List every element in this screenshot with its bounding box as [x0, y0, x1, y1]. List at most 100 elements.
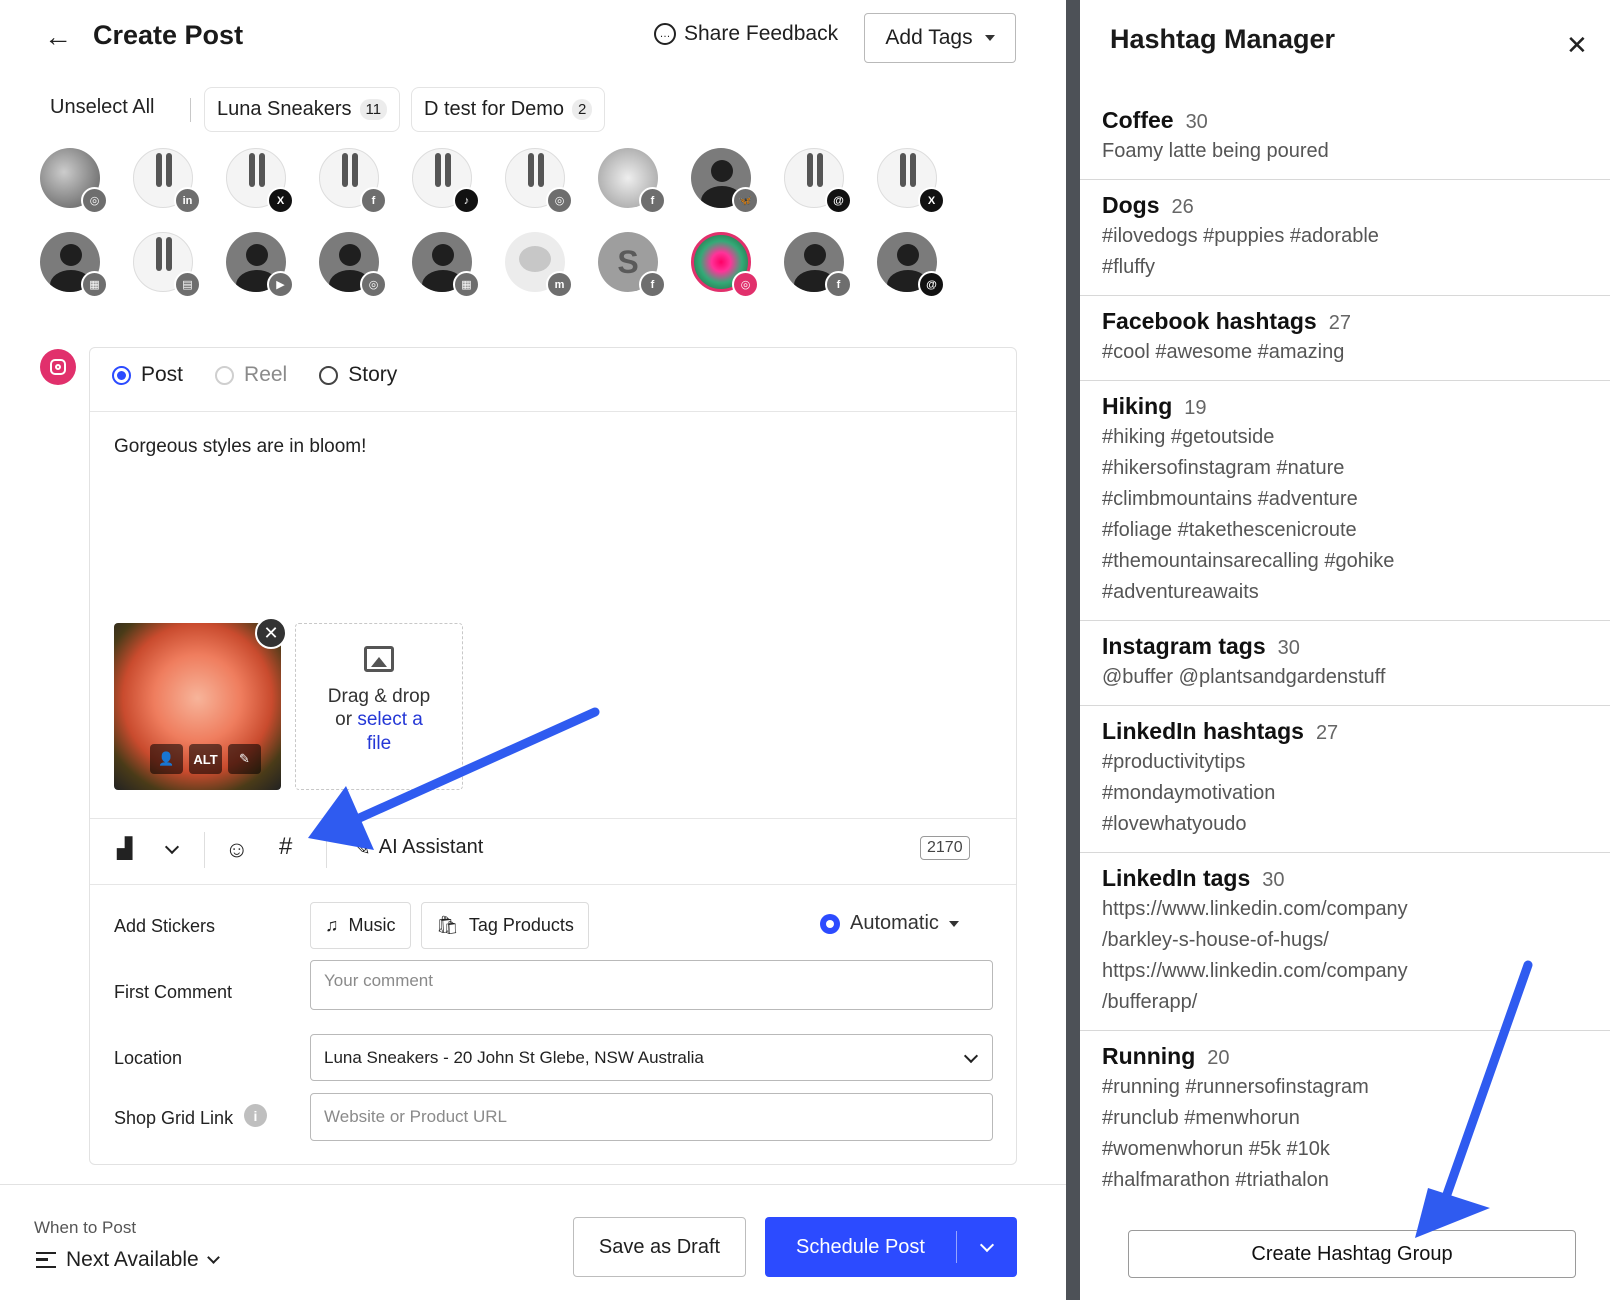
- profile-avatar-youtube[interactable]: ▶: [226, 232, 294, 298]
- divider: [326, 832, 327, 868]
- google-business-icon: ▦: [81, 271, 108, 298]
- share-feedback-button[interactable]: … Share Feedback: [654, 22, 838, 46]
- remove-media-icon[interactable]: ✕: [255, 617, 287, 649]
- profile-group-chip[interactable]: D test for Demo 2: [411, 87, 606, 132]
- hashtag-group-tags: #productivitytips #mondaymotivation #lov…: [1102, 751, 1276, 835]
- first-comment-label: First Comment: [114, 982, 233, 1002]
- divider: [90, 884, 1016, 885]
- post-text-editor[interactable]: Gorgeous styles are in bloom!: [114, 436, 366, 458]
- hashtag-group-name: Facebook hashtags: [1102, 308, 1317, 334]
- caret-down-icon: [984, 35, 995, 41]
- shop-grid-url-field[interactable]: Website or Product URL: [310, 1093, 993, 1141]
- hashtag-group[interactable]: Coffee 30 Foamy latte being poured: [1080, 95, 1610, 180]
- hashtag-group-name: Instagram tags: [1102, 633, 1266, 659]
- post-type-story[interactable]: Story: [319, 363, 397, 387]
- alt-text-button[interactable]: ALT: [189, 744, 222, 774]
- profile-avatar-threads[interactable]: @: [877, 232, 945, 298]
- hashtag-group-count: 27: [1315, 722, 1339, 744]
- profile-avatar-facebook[interactable]: f: [784, 232, 852, 298]
- hashtag-group[interactable]: Facebook hashtags 27 #cool #awesome #amazi…: [1080, 296, 1610, 381]
- schedule-post-button[interactable]: Schedule Post: [765, 1217, 1017, 1277]
- hashtag-group[interactable]: Hiking 19 #hiking #getoutside #hikersofins…: [1080, 381, 1610, 621]
- hashtag-group[interactable]: Running 20 #running #runnersofinstagram #r…: [1080, 1031, 1610, 1208]
- hashtag-group-tags: Foamy latte being poured: [1102, 140, 1329, 162]
- media-library-icon[interactable]: ▟: [117, 836, 132, 861]
- profile-avatar-instagram[interactable]: ◎: [691, 232, 759, 298]
- hashtag-group-name: Hiking: [1102, 393, 1173, 419]
- hashtag-group[interactable]: Dogs 26 #ilovedogs #puppies #adorable #flu…: [1080, 180, 1610, 296]
- profile-avatar-mastodon[interactable]: m: [505, 232, 573, 298]
- hashtag-group-tags: #cool #awesome #amazing: [1102, 341, 1345, 363]
- x-icon: X: [267, 187, 294, 214]
- back-arrow-icon[interactable]: ←: [44, 22, 74, 52]
- emoji-icon[interactable]: ☺: [225, 836, 248, 863]
- profile-avatar-x[interactable]: X: [226, 148, 294, 214]
- music-sticker-button[interactable]: ♫ Music: [310, 902, 411, 949]
- hashtag-group-tags: #running #runnersofinstagram #runclub #m…: [1102, 1076, 1369, 1191]
- profile-avatar-google-business[interactable]: ▦: [412, 232, 480, 298]
- hashtag-group-tags: @buffer @plantsandgardenstuff: [1102, 666, 1386, 688]
- share-feedback-label: Share Feedback: [684, 22, 839, 45]
- threads-icon: @: [918, 271, 945, 298]
- profile-avatar-facebook[interactable]: Sf: [598, 232, 666, 298]
- x-icon: X: [918, 187, 945, 214]
- add-tags-button[interactable]: Add Tags: [864, 13, 1016, 63]
- profile-avatar-x[interactable]: X: [877, 148, 945, 214]
- first-comment-field[interactable]: Your comment: [310, 960, 993, 1010]
- hashtag-group-count: 20: [1207, 1047, 1230, 1069]
- post-type-label: Reel: [244, 363, 288, 386]
- music-note-icon: ♫: [325, 915, 339, 935]
- radio-icon: [319, 365, 339, 385]
- shopping-bag-icon: 🛍: [436, 915, 459, 935]
- post-type-post[interactable]: Post: [112, 363, 183, 387]
- select-file-link[interactable]: file: [296, 732, 462, 756]
- radio-icon: [112, 365, 131, 385]
- save-as-draft-button[interactable]: Save as Draft: [573, 1217, 746, 1277]
- location-select[interactable]: Luna Sneakers - 20 John St Glebe, NSW Au…: [310, 1034, 993, 1081]
- instagram-icon: ◎: [360, 271, 387, 298]
- close-icon[interactable]: ✕: [1566, 32, 1588, 58]
- profile-avatar-instagram[interactable]: ◎: [40, 148, 108, 214]
- post-type-label: Post: [141, 363, 184, 386]
- queue-icon: [36, 1252, 56, 1268]
- profile-avatar-startpage[interactable]: ▤: [133, 232, 201, 298]
- location-label: Location: [114, 1048, 183, 1068]
- when-to-post-value: Next Available: [66, 1248, 199, 1271]
- when-to-post-dropdown[interactable]: Next Available: [36, 1248, 220, 1272]
- profile-avatar-linkedin[interactable]: in: [133, 148, 201, 214]
- profile-avatar-threads[interactable]: @: [784, 148, 852, 214]
- publish-mode-dropdown[interactable]: Automatic: [820, 912, 959, 935]
- profile-avatar-instagram[interactable]: ◎: [319, 232, 387, 298]
- profile-avatar-facebook[interactable]: f: [598, 148, 666, 214]
- profile-avatar-bluesky[interactable]: 🦋: [691, 148, 759, 214]
- profile-avatar-facebook[interactable]: f: [319, 148, 387, 214]
- chevron-down-icon: [963, 1048, 979, 1064]
- instagram-icon: ◎: [81, 187, 108, 214]
- hashtag-group[interactable]: Instagram tags 30 @buffer @plantsandgarden…: [1080, 621, 1610, 706]
- tag-products-button[interactable]: 🛍 Tag Products: [421, 902, 589, 949]
- info-icon[interactable]: i: [244, 1104, 267, 1127]
- tag-person-icon[interactable]: 👤: [150, 744, 183, 774]
- create-hashtag-group-button[interactable]: Create Hashtag Group: [1128, 1230, 1576, 1278]
- ai-assistant-button[interactable]: ✎ AI Assistant: [354, 836, 483, 861]
- hashtag-icon[interactable]: #: [279, 833, 292, 861]
- dropzone-text: Drag & drop: [327, 686, 431, 707]
- hashtag-group[interactable]: LinkedIn hashtags 27 #productivitytips #mo…: [1080, 706, 1610, 853]
- profile-avatar-google-business[interactable]: ▦: [40, 232, 108, 298]
- edit-pencil-icon[interactable]: ✎: [228, 744, 261, 774]
- linkedin-icon: in: [174, 187, 201, 214]
- youtube-icon: ▶: [267, 271, 294, 298]
- media-dropzone[interactable]: Drag & drop or select a file: [295, 623, 463, 790]
- profile-avatar-tiktok[interactable]: ♪: [412, 148, 480, 214]
- profile-avatar-instagram[interactable]: ◎: [505, 148, 573, 214]
- feedback-icon: …: [654, 23, 676, 45]
- add-stickers-label: Add Stickers: [114, 916, 216, 936]
- hashtag-group[interactable]: LinkedIn tags 30 https://www.linkedin.com/…: [1080, 853, 1610, 1031]
- divider: [204, 832, 205, 868]
- profile-group-chip[interactable]: Luna Sneakers 11: [204, 87, 401, 132]
- bluesky-icon: 🦋: [732, 187, 759, 214]
- post-type-reel[interactable]: Reel: [215, 363, 287, 387]
- unselect-all-button[interactable]: Unselect All: [50, 96, 155, 119]
- select-file-link[interactable]: select a: [357, 709, 422, 730]
- schedule-options-dropdown[interactable]: [957, 1237, 1017, 1252]
